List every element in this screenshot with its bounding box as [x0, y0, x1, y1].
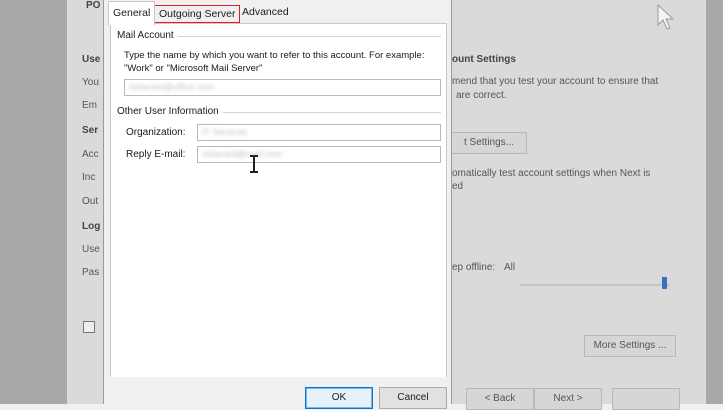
- reply-email-value: redacted@mail.com: [202, 149, 283, 159]
- bg-keep-offline-value: All: [504, 262, 516, 273]
- general-tab-pane: Mail Account Type the name by which you …: [110, 23, 447, 379]
- bg-left-label: Log: [82, 221, 101, 232]
- bg-recommend-line2: are correct.: [456, 90, 507, 101]
- bg-section-heading: ount Settings: [452, 54, 516, 65]
- bg-left-label: Use: [82, 244, 100, 255]
- bg-left-label: Ser: [82, 125, 99, 136]
- bg-left-label: Inc: [82, 172, 96, 183]
- bg-left-label: Pas: [82, 267, 100, 278]
- text-ibeam-cursor-icon: [250, 155, 258, 173]
- tab-general[interactable]: General: [108, 1, 156, 25]
- cancel-button[interactable]: Cancel: [379, 387, 447, 409]
- bg-cancel-button[interactable]: [612, 388, 680, 410]
- bg-back-button[interactable]: < Back: [466, 388, 534, 410]
- tab-outgoing-server[interactable]: Outgoing Server: [154, 5, 241, 23]
- bg-offline-slider-thumb[interactable]: [662, 277, 667, 289]
- bg-recommend-line1: mend that you test your account to ensur…: [452, 76, 659, 87]
- other-user-info-group-label: Other User Information: [117, 106, 223, 117]
- ok-button[interactable]: OK: [305, 387, 373, 409]
- mail-account-description: Type the name by which you want to refer…: [124, 50, 425, 74]
- account-name-field[interactable]: redacted@office.com: [124, 79, 441, 96]
- bg-auto-test-line2: ed: [452, 181, 464, 192]
- organization-field[interactable]: IT Services: [197, 124, 441, 141]
- account-name-value: redacted@office.com: [129, 82, 215, 92]
- organization-value: IT Services: [202, 127, 247, 137]
- account-properties-dialog: General Outgoing Server Advanced Mail Ac…: [103, 0, 452, 409]
- bg-checkbox[interactable]: [83, 321, 95, 333]
- mouse-arrow-icon: [657, 3, 675, 30]
- bg-more-settings-button[interactable]: More Settings ...: [584, 335, 676, 357]
- background-left-margin: [0, 0, 67, 404]
- bg-test-settings-button[interactable]: t Settings...: [451, 132, 527, 154]
- bg-left-label: Use: [82, 54, 101, 65]
- tab-advanced[interactable]: Advanced: [238, 3, 293, 22]
- tab-strip: General Outgoing Server Advanced: [104, 0, 451, 25]
- organization-label: Organization:: [126, 127, 186, 138]
- dialog-footer: OK Cancel: [104, 377, 451, 409]
- bg-left-label: Out: [82, 196, 99, 207]
- bg-offline-slider-track[interactable]: [520, 284, 670, 286]
- bg-dialog-title: PO: [86, 0, 101, 11]
- bg-left-label: You: [82, 77, 99, 88]
- bg-auto-test-line1: omatically test account settings when Ne…: [452, 168, 651, 179]
- bg-left-label: Acc: [82, 149, 99, 160]
- bg-next-button[interactable]: Next >: [534, 388, 602, 410]
- bg-left-label: Em: [82, 100, 97, 111]
- reply-email-field[interactable]: redacted@mail.com: [197, 146, 441, 163]
- reply-email-label: Reply E-mail:: [126, 149, 186, 160]
- background-right-margin: [706, 0, 723, 404]
- bg-keep-offline-label: ep offline:: [452, 262, 496, 273]
- mail-account-group-label: Mail Account: [117, 30, 178, 41]
